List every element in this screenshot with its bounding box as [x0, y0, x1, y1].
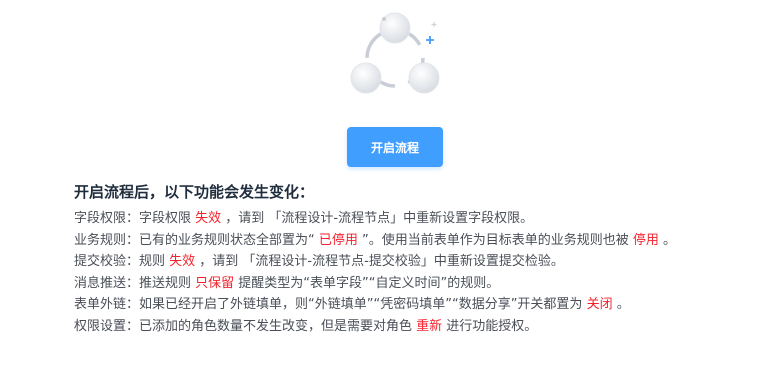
change-item-text: 已添加的角色数量不发生改变，但是需要对角色 — [139, 318, 417, 334]
change-item: 权限设置：已添加的角色数量不发生改变，但是需要对角色 重新 进行功能授权。 — [74, 316, 676, 338]
change-highlight-text: 停用 — [632, 232, 659, 248]
change-item-text: 。 — [612, 297, 630, 313]
change-item-label: 提交校验： — [74, 254, 140, 270]
change-item-text: 提醒类型为“表单字段”“自定义时间”的规则。 — [234, 275, 500, 291]
change-item-text: 规则 — [139, 254, 170, 270]
change-item: 消息推送：推送规则 只保留 提醒类型为“表单字段”“自定义时间”的规则。 — [74, 273, 676, 295]
change-highlight-text: 关闭 — [586, 297, 613, 313]
change-item-text: 字段权限 — [139, 211, 196, 226]
change-item-text: 进行功能授权。 — [442, 318, 538, 334]
change-item-label: 权限设置： — [74, 318, 140, 334]
change-item: 字段权限：字段权限 失效 ，请到 「流程设计-流程节点」中重新设置字段权限。 — [74, 208, 676, 230]
change-highlight-text: 只保留 — [195, 275, 235, 291]
change-item-text: 如果已经开启了外链填单，则“外链填单”“凭密码填单”“数据分享”开关都置为 — [139, 297, 587, 313]
change-item-text: ”。使用当前表单作为目标表单的业务规则也被 — [357, 232, 633, 248]
change-notice-title: 开启流程后，以下功能会发生变化： — [74, 183, 315, 201]
change-item-text: ，请到 「流程设计-流程节点」中重新设置字段权限。 — [221, 211, 534, 226]
change-item-label: 表单外链： — [74, 297, 140, 313]
change-item-text: 推送规则 — [139, 275, 196, 291]
enable-workflow-button[interactable]: 开启流程 — [347, 127, 443, 167]
change-list: 字段权限：字段权限 失效 ，请到 「流程设计-流程节点」中重新设置字段权限。 业务… — [74, 208, 676, 338]
change-highlight-text: 失效 — [195, 211, 222, 226]
change-item-text: ，请到 「流程设计-流程节点-提交校验」中重新设置提交检验。 — [195, 254, 564, 270]
change-highlight-text: 失效 — [169, 254, 196, 270]
change-item: 表单外链：如果已经开启了外链填单，则“外链填单”“凭密码填单”“数据分享”开关都… — [74, 294, 676, 316]
change-item: 提交校验：规则 失效 ，请到 「流程设计-流程节点-提交校验」中重新设置提交检验… — [74, 251, 676, 273]
change-item-text: 已有的业务规则状态全部置为“ — [139, 232, 319, 248]
change-item-text: 。 — [658, 232, 677, 248]
change-item-label: 业务规则： — [74, 232, 140, 248]
change-highlight-text: 重新 — [416, 318, 443, 334]
workflow-cycle-icon — [340, 10, 450, 102]
change-item-label: 消息推送： — [74, 275, 140, 291]
change-highlight-text: 已停用 — [318, 232, 358, 248]
change-item: 业务规则：已有的业务规则状态全部置为“ 已停用 ”。使用当前表单作为目标表单的业… — [74, 230, 676, 252]
change-item-label: 字段权限： — [74, 211, 140, 226]
